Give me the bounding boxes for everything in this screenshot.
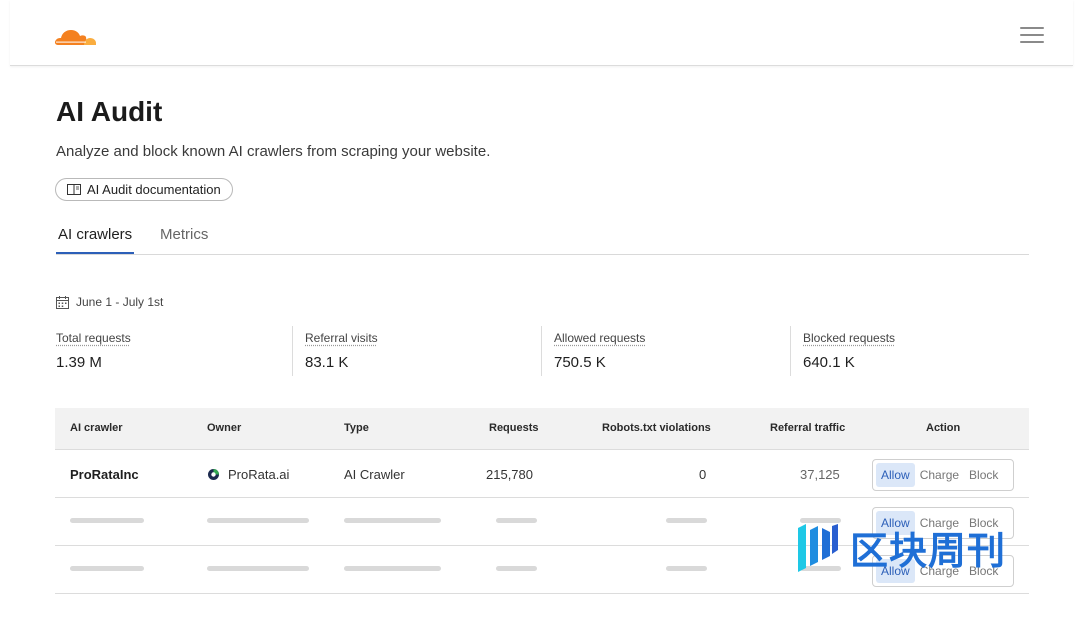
skeleton-bar [496,518,537,523]
stat-value: 640.1 K [803,354,855,371]
stat-value: 1.39 M [56,354,102,371]
skeleton-bar [666,566,707,571]
skeleton-bar [70,518,144,523]
skeleton-bar [207,518,309,523]
stat-value: 83.1 K [305,354,349,371]
tab-bar: AI crawlers Metrics [55,226,1029,255]
skeleton-bar [344,566,441,571]
stat-blocked-requests: Blocked requests 640.1 K [803,326,895,376]
stat-divider [292,326,293,376]
documentation-button-label: AI Audit documentation [87,182,221,197]
hamburger-menu-icon[interactable] [1020,27,1044,45]
skeleton-bar [207,566,309,571]
stat-label: Allowed requests [554,331,646,345]
column-header-crawler[interactable]: AI crawler [70,422,123,434]
requests-cell: 215,780 [486,467,533,482]
stat-value: 750.5 K [554,354,606,371]
cloud-logo-icon[interactable] [54,26,98,51]
page-title: AI Audit [56,96,163,127]
date-range-label: June 1 - July 1st [76,295,164,309]
violations-cell: 0 [699,467,707,482]
skeleton-bar [496,566,537,571]
documentation-button[interactable]: AI Audit documentation [55,178,233,201]
date-range[interactable]: June 1 - July 1st [56,295,163,309]
owner-cell: ProRata.ai [207,467,289,482]
column-header-type[interactable]: Type [344,422,369,434]
table-row: ProRataInc ProRata.ai AI Crawler 215,780… [55,450,1029,498]
table-header: AI crawler Owner Type Requests Robots.tx… [55,408,1029,450]
column-header-requests[interactable]: Requests [489,422,539,434]
page-subtitle: Analyze and block known AI crawlers from… [56,143,491,160]
type-cell: AI Crawler [344,467,405,482]
tab-metrics[interactable]: Metrics [160,226,208,253]
stat-divider [790,326,791,376]
stat-label: Referral visits [305,331,378,345]
stat-allowed-requests: Allowed requests 750.5 K [554,326,645,376]
column-header-action: Action [926,422,961,434]
skeleton-bar [70,566,144,571]
allow-button[interactable]: Allow [876,463,915,487]
action-segmented-control: Allow Charge Block [872,459,1014,491]
book-icon [67,184,81,195]
column-header-owner[interactable]: Owner [207,422,241,434]
block-button[interactable]: Block [964,463,1003,487]
referral-cell: 37,125 [800,467,840,482]
stat-total-requests: Total requests 1.39 M [56,326,131,376]
charge-button[interactable]: Charge [915,463,964,487]
calendar-icon [56,295,69,309]
crawler-name: ProRataInc [70,467,139,482]
stat-label: Total requests [56,331,131,345]
stat-divider [541,326,542,376]
skeleton-bar [344,518,441,523]
column-header-referral[interactable]: Referral traffic [770,422,845,434]
watermark-text: 区块周刊 [850,529,1007,573]
skeleton-bar [666,518,707,523]
tab-ai-crawlers[interactable]: AI crawlers [55,226,135,254]
stat-label: Blocked requests [803,331,896,345]
owner-name: ProRata.ai [228,467,290,482]
top-navigation-bar [10,0,1073,66]
stat-referral-visits: Referral visits 83.1 K [305,326,378,376]
column-header-violations[interactable]: Robots.txt violations [602,422,711,434]
prorata-logo-icon [208,469,219,480]
watermark: 区块周刊 [796,520,1006,575]
watermark-logo-icon [798,523,838,572]
